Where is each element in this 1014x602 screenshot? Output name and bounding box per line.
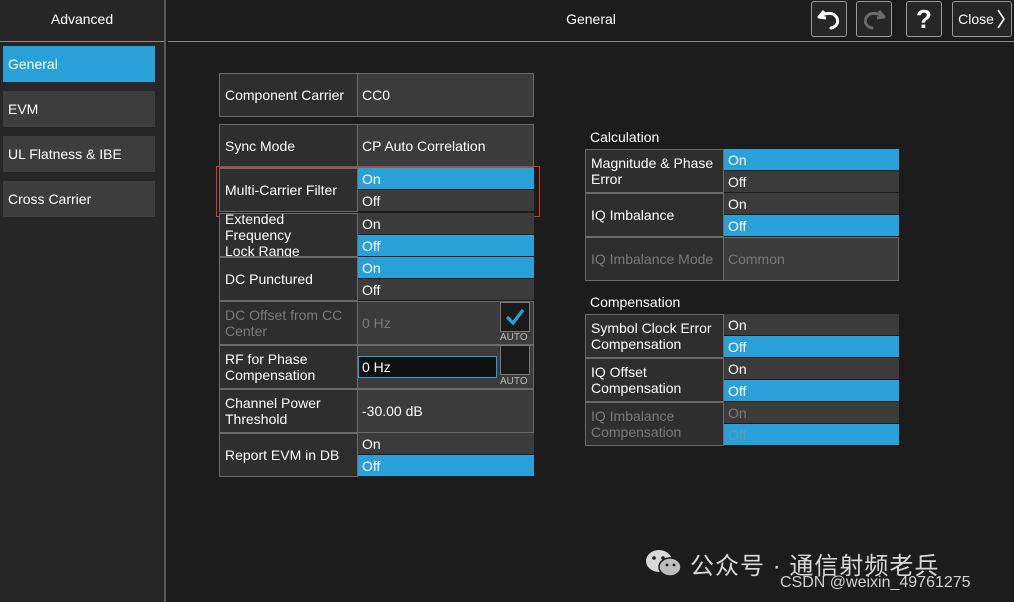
calculation-title: Calculation <box>590 129 660 145</box>
dc-punctured-on[interactable]: On <box>358 257 534 279</box>
iq-imbalance-compensation-on: On <box>724 402 899 424</box>
label-line: Compensation <box>225 367 316 383</box>
sidebar-item-ul-flatness-ibe[interactable]: UL Flatness & IBE <box>3 136 155 172</box>
label-line: IQ Imbalance <box>591 408 675 424</box>
header: General ? Close <box>168 0 1014 42</box>
sidebar-title: Advanced <box>0 0 164 42</box>
report-evm-db-off[interactable]: Off <box>358 455 534 477</box>
label-line: IQ Offset <box>591 364 647 380</box>
label-line: Magnitude & Phase <box>591 155 714 171</box>
iq-imbalance-mode-value: Common <box>723 237 899 281</box>
redo-button[interactable] <box>856 1 892 37</box>
sidebar: Advanced General EVM UL Flatness & IBE C… <box>0 0 166 602</box>
close-button[interactable]: Close <box>952 1 1012 37</box>
sync-mode-value[interactable]: CP Auto Correlation <box>357 124 534 168</box>
iq-imbalance-off[interactable]: Off <box>724 215 899 237</box>
label-line: DC Offset from CC <box>225 307 343 323</box>
dc-offset-auto-label: AUTO <box>500 332 528 343</box>
report-evm-db-on[interactable]: On <box>358 433 534 455</box>
symbol-clock-error-on[interactable]: On <box>724 314 899 336</box>
label-line: Symbol Clock Error <box>591 320 712 336</box>
dc-punctured-off[interactable]: Off <box>358 279 534 301</box>
help-button[interactable]: ? <box>906 1 942 37</box>
component-carrier-label: Component Carrier <box>219 73 358 117</box>
extended-frequency-lock-off[interactable]: Off <box>358 235 534 257</box>
redo-icon <box>863 10 886 30</box>
iq-imbalance-label: IQ Imbalance <box>585 193 724 237</box>
sidebar-item-evm[interactable]: EVM <box>3 91 155 127</box>
rf-phase-compensation-label: RF for Phase Compensation <box>219 345 358 389</box>
magnitude-phase-error-label: Magnitude & Phase Error <box>585 149 724 193</box>
sidebar-item-general[interactable]: General <box>3 46 155 82</box>
wechat-icon <box>646 549 682 577</box>
close-label: Close <box>958 11 994 27</box>
component-carrier-value[interactable]: CC0 <box>357 73 534 117</box>
label-line: Center <box>225 323 268 339</box>
symbol-clock-error-off[interactable]: Off <box>724 336 899 358</box>
compensation-title: Compensation <box>590 294 681 310</box>
dc-offset-auto-checkbox[interactable] <box>500 302 530 332</box>
highlight-box <box>216 166 540 217</box>
extended-frequency-lock-range-label: Extended Frequency Lock Range <box>219 211 358 259</box>
extended-frequency-lock-on[interactable]: On <box>358 213 534 235</box>
iq-imbalance-compensation-label: IQ Imbalance Compensation <box>585 402 724 446</box>
undo-icon <box>817 10 840 30</box>
channel-power-threshold-label: Channel Power Threshold <box>219 389 358 433</box>
rf-phase-auto-label: AUTO <box>500 376 528 387</box>
label-line: Compensation <box>591 336 682 352</box>
iq-imbalance-on[interactable]: On <box>724 193 899 215</box>
magnitude-phase-error-on[interactable]: On <box>724 149 899 171</box>
label-line: Threshold <box>225 411 288 427</box>
channel-power-threshold-value[interactable]: -30.00 dB <box>357 389 534 433</box>
label-line: Compensation <box>591 424 682 440</box>
rf-phase-auto-checkbox[interactable] <box>500 345 530 375</box>
iq-imbalance-compensation-off: Off <box>724 424 899 446</box>
iq-offset-on[interactable]: On <box>724 358 899 380</box>
symbol-clock-error-label: Symbol Clock Error Compensation <box>585 314 724 358</box>
iq-offset-compensation-label: IQ Offset Compensation <box>585 358 724 402</box>
undo-button[interactable] <box>811 1 847 37</box>
sync-mode-label: Sync Mode <box>219 124 358 168</box>
rf-phase-compensation-input[interactable]: 0 Hz <box>358 356 497 378</box>
magnitude-phase-error-off[interactable]: Off <box>724 171 899 193</box>
report-evm-db-label: Report EVM in DB <box>219 433 358 477</box>
chevron-right-icon <box>997 9 1005 29</box>
csdn-credit: CSDN @weixin_49761275 <box>780 574 971 591</box>
dc-offset-label: DC Offset from CC Center <box>219 301 358 345</box>
sidebar-item-cross-carrier[interactable]: Cross Carrier <box>3 181 155 217</box>
iq-offset-off[interactable]: Off <box>724 380 899 402</box>
checkmark-icon <box>505 309 525 326</box>
label-line: Error <box>591 171 623 187</box>
label-line: Channel Power <box>225 395 321 411</box>
label-line: Extended Frequency <box>225 211 292 243</box>
iq-imbalance-mode-label: IQ Imbalance Mode <box>585 237 724 281</box>
label-line: RF for Phase <box>225 351 308 367</box>
dc-punctured-label: DC Punctured <box>219 257 358 301</box>
label-line: Compensation <box>591 380 682 396</box>
